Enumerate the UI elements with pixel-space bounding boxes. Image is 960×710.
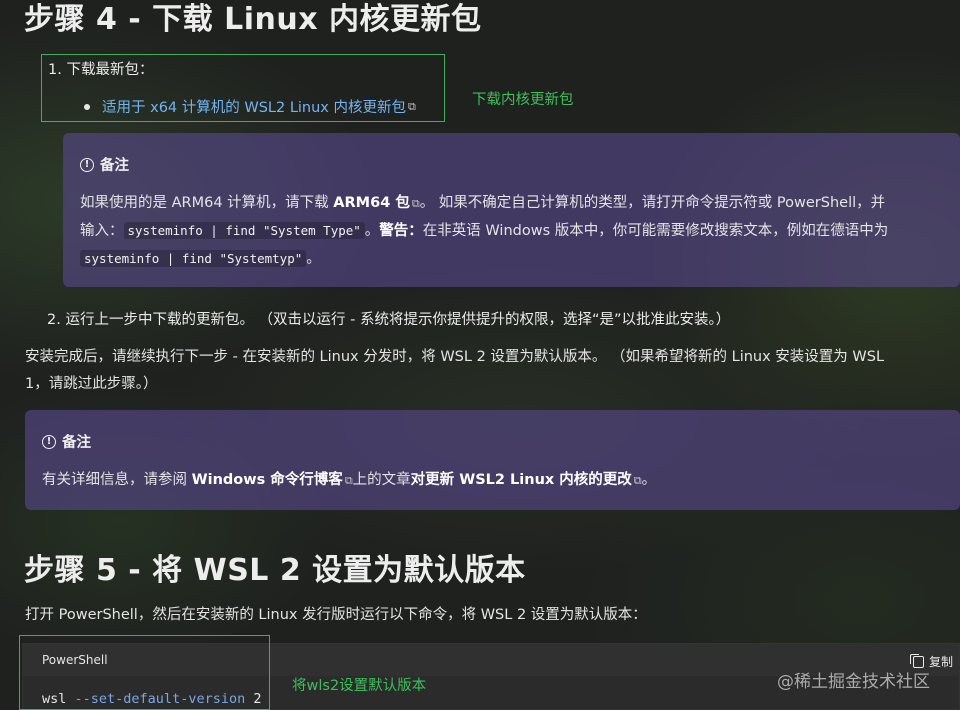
info-icon: ! bbox=[42, 434, 56, 449]
inline-code: systeminfo | find "System Type" bbox=[123, 222, 365, 239]
annotation-download-kernel: 下载内核更新包 bbox=[472, 92, 574, 108]
note-heading-text: 备注 bbox=[62, 435, 91, 451]
step5-description: 打开 PowerShell，然后在安装新的 Linux 发行版时运行以下命令，将… bbox=[25, 607, 647, 623]
note-heading: ! 备注 bbox=[80, 154, 129, 175]
after-install-line-2: 1，请跳过此步骤。） bbox=[25, 376, 158, 392]
list-item-1-label: 1. 下载最新包： bbox=[48, 62, 154, 78]
bullet-dot bbox=[84, 103, 90, 110]
note-heading-text: 备注 bbox=[100, 158, 129, 174]
note-text: 上的文章 bbox=[352, 472, 411, 488]
note-box-arm64: ! 备注 如果使用的是 ARM64 计算机，请下载 ARM64 包 ⧉。 如果不确… bbox=[63, 133, 960, 287]
note-box-details: ! 备注 有关详细信息，请参阅 Windows 命令行博客 ⧉上的文章对更新 WS… bbox=[25, 410, 960, 510]
external-link-icon: ⧉ bbox=[633, 474, 642, 487]
note-body: 如果使用的是 ARM64 计算机，请下载 ARM64 包 ⧉。 如果不确定自己计算… bbox=[80, 190, 960, 273]
windows-cmdline-blog-link[interactable]: Windows 命令行博客 bbox=[192, 472, 343, 488]
note-text: 。 bbox=[641, 472, 657, 488]
list-item-1-sub: 适用于 x64 计算机的 WSL2 Linux 内核更新包 ⧉ bbox=[84, 96, 416, 117]
inline-code: systeminfo | find "Systemtyp" bbox=[80, 250, 307, 267]
step4-heading: 步骤 4 - 下载 Linux 内核更新包 bbox=[24, 2, 482, 37]
watermark: @稀土掘金技术社区 bbox=[777, 672, 930, 692]
wsl2-kernel-changes-link[interactable]: 对更新 WSL2 Linux 内核的更改 bbox=[411, 472, 632, 488]
copy-button-label: 复制 bbox=[928, 655, 953, 669]
annotation-set-default: 将wls2设置默认版本 bbox=[292, 678, 427, 694]
note-heading: ! 备注 bbox=[42, 431, 91, 452]
note-text: 。 bbox=[306, 251, 321, 267]
copy-icon bbox=[909, 653, 924, 668]
note-text: 。 bbox=[364, 223, 380, 239]
step5-heading: 步骤 5 - 将 WSL 2 设置为默认版本 bbox=[24, 553, 526, 588]
after-install-paragraph: 安装完成后，请继续执行下一步 - 在安装新的 Linux 分发时，将 WSL 2… bbox=[25, 344, 955, 398]
note-text: 如果使用的是 ARM64 计算机，请下载 bbox=[80, 195, 334, 211]
note-text: 在非英语 Windows 版本中，你可能需要修改搜索文本，例如在德语中为 bbox=[422, 223, 889, 239]
x64-kernel-update-link[interactable]: 适用于 x64 计算机的 WSL2 Linux 内核更新包 bbox=[102, 96, 406, 117]
external-link-icon: ⧉ bbox=[408, 99, 416, 113]
code-language-label: PowerShell bbox=[42, 653, 108, 667]
external-link-icon: ⧉ bbox=[344, 474, 353, 487]
list-item-2: 2. 运行上一步中下载的更新包。 （双击以运行 - 系统将提示你提供提升的权限，… bbox=[47, 312, 731, 328]
note-text: 。 如果不确定自己计算机的类型，请打开命令提示符或 PowerShell，并 bbox=[419, 195, 886, 211]
note-body: 有关详细信息，请参阅 Windows 命令行博客 ⧉上的文章对更新 WSL2 Li… bbox=[42, 467, 656, 494]
download-list-box: 1. 下载最新包： 适用于 x64 计算机的 WSL2 Linux 内核更新包 … bbox=[41, 54, 445, 122]
arm64-package-link[interactable]: ARM64 包 bbox=[333, 195, 410, 211]
info-icon: ! bbox=[80, 157, 94, 172]
powershell-highlight-box: PowerShell bbox=[19, 635, 270, 710]
note-text: 有关详细信息，请参阅 bbox=[42, 472, 192, 488]
after-install-line-1: 安装完成后，请继续执行下一步 - 在安装新的 Linux 分发时，将 WSL 2… bbox=[25, 349, 885, 365]
external-link-icon: ⧉ bbox=[411, 197, 420, 210]
note-text: 输入： bbox=[80, 223, 124, 239]
warning-label: 警告： bbox=[379, 223, 423, 239]
